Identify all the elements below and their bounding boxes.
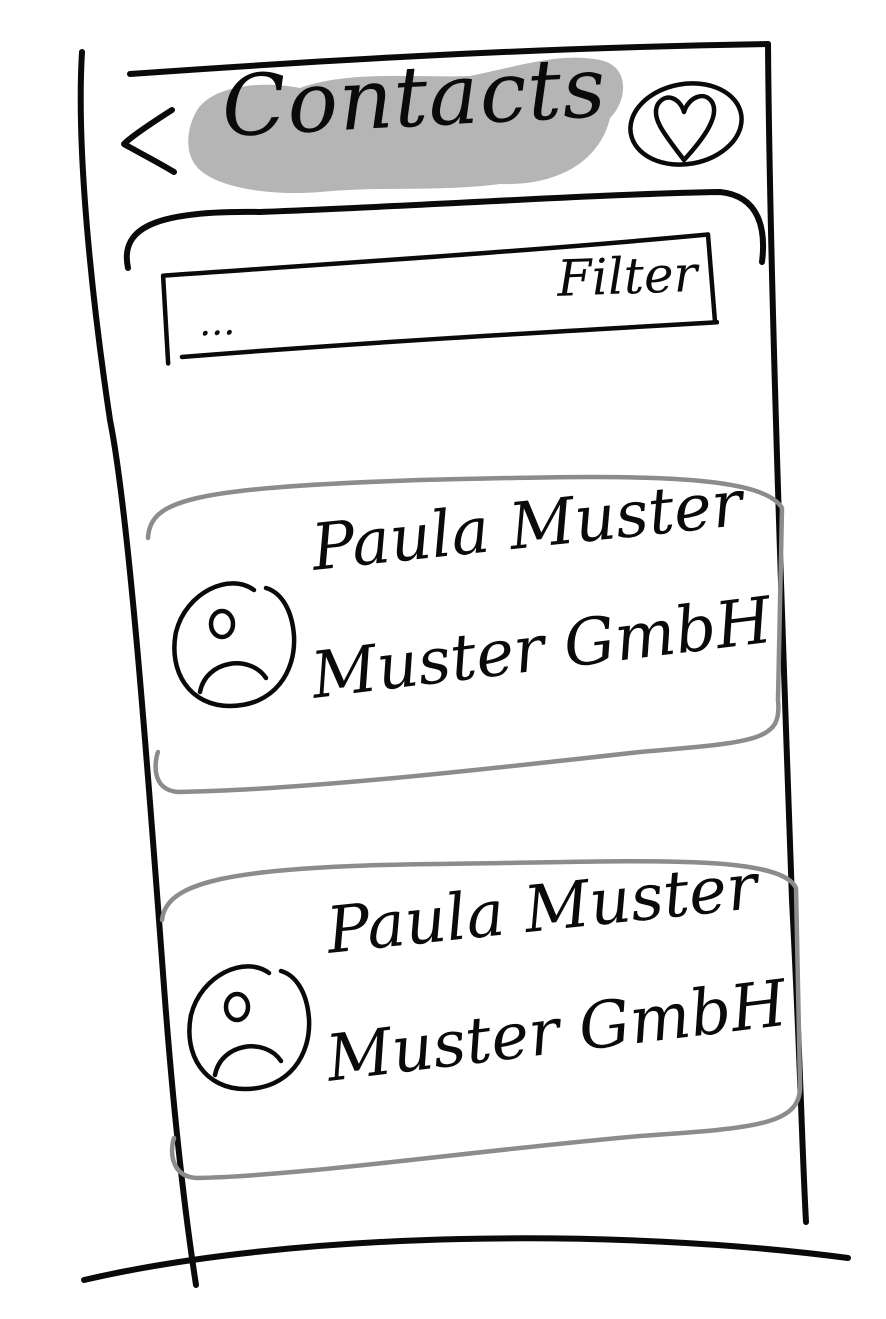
contact-company: Muster GmbH — [322, 966, 791, 1097]
back-button[interactable] — [110, 92, 190, 182]
filter-label: Filter — [556, 244, 699, 308]
filter-value: ... — [197, 299, 236, 345]
chevron-left-icon — [121, 107, 177, 175]
contact-card[interactable]: Paula Muster Muster GmbH — [140, 467, 790, 792]
filter-input[interactable]: Filter ... — [156, 226, 720, 367]
heart-icon — [628, 81, 744, 167]
favorite-button[interactable] — [622, 78, 746, 170]
contact-card[interactable]: Paula Muster Muster GmbH — [155, 850, 805, 1180]
contact-name: Paula Muster — [308, 467, 746, 586]
contact-name: Paula Muster — [323, 850, 761, 969]
user-avatar-icon — [170, 572, 300, 712]
page-title: Contacts — [219, 37, 609, 156]
contact-company: Muster GmbH — [307, 583, 776, 714]
phone-outline-bottom — [81, 1235, 851, 1283]
user-avatar-icon — [185, 955, 315, 1095]
